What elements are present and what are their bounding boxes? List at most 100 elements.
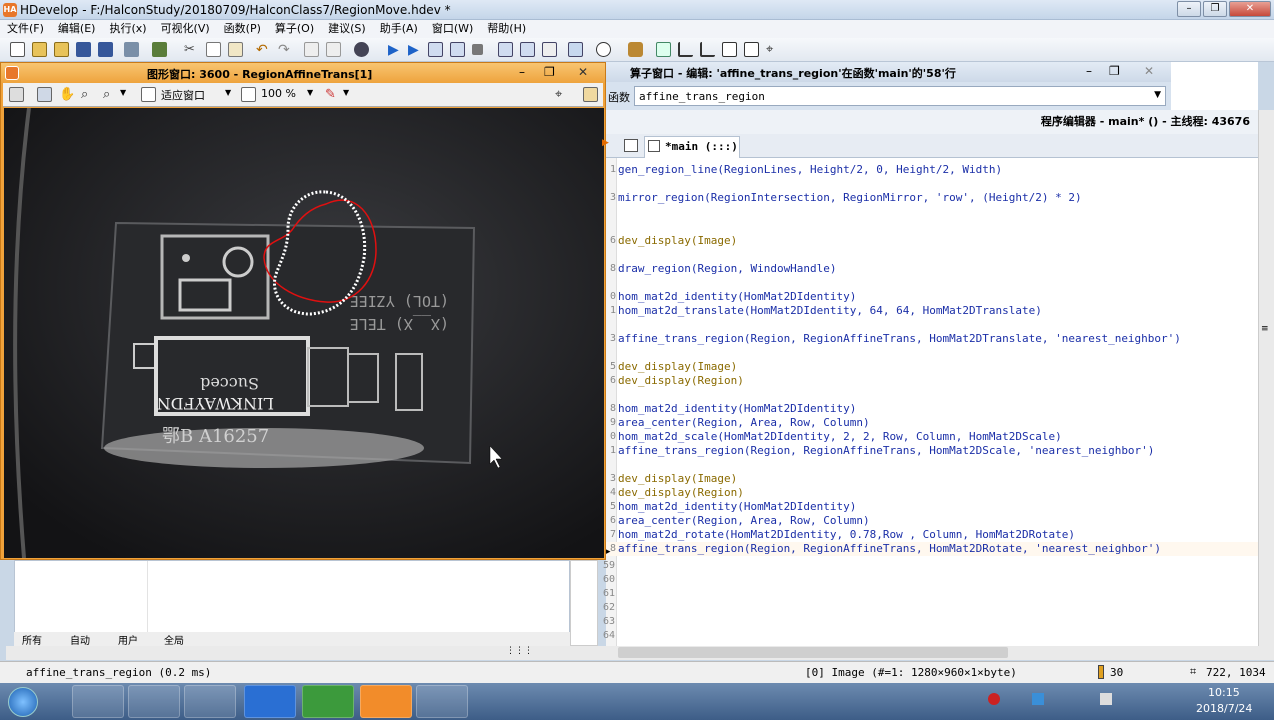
- step-into-icon[interactable]: [498, 42, 513, 57]
- code-line[interactable]: affine_trans_region(Region, RegionAffine…: [618, 332, 1181, 345]
- image-canvas[interactable]: (TOL) YZIEE (X__X) TELE Succed LINKWAYFD…: [4, 108, 604, 558]
- zoom-level-icon[interactable]: [241, 87, 256, 102]
- menu-help[interactable]: 帮助(H): [480, 20, 533, 38]
- fit-window-label[interactable]: 适应窗口: [161, 87, 205, 103]
- pixel-info-icon[interactable]: ⌖: [555, 87, 570, 102]
- menu-window[interactable]: 窗口(W): [425, 20, 480, 38]
- code-line[interactable]: affine_trans_region(Region, RegionAffine…: [618, 444, 1154, 457]
- reset-program-icon[interactable]: [542, 42, 557, 57]
- code-line[interactable]: hom_mat2d_identity(HomMat2DIdentity): [618, 290, 856, 303]
- chevron-down-icon[interactable]: ▼: [225, 88, 231, 97]
- code-line[interactable]: dev_display(Region): [618, 486, 744, 499]
- chevron-down-icon[interactable]: ▼: [120, 88, 126, 97]
- taskbar-word-icon[interactable]: [244, 685, 296, 718]
- feature-inspection-icon[interactable]: [722, 42, 737, 57]
- pan-hand-icon[interactable]: ✋: [59, 87, 75, 102]
- search-replace-icon[interactable]: [354, 42, 369, 57]
- image-acquisition-icon[interactable]: [656, 42, 671, 57]
- scroll-grip-icon[interactable]: ⋮⋮⋮: [506, 646, 533, 656]
- zoom-icon[interactable]: ⌕: [81, 87, 96, 102]
- comment-icon[interactable]: [304, 42, 319, 57]
- uncomment-icon[interactable]: [326, 42, 341, 57]
- debug-icon[interactable]: [628, 42, 643, 57]
- horizontal-scrollbar[interactable]: ⋮⋮⋮: [6, 646, 1274, 660]
- clock-date[interactable]: 2018/7/24: [1196, 702, 1252, 715]
- taskbar-explorer-icon[interactable]: [184, 685, 236, 718]
- code-line[interactable]: hom_mat2d_identity(HomMat2DIdentity): [618, 500, 856, 513]
- line-profile-icon[interactable]: [678, 42, 693, 57]
- graphics-settings-icon[interactable]: [583, 87, 598, 102]
- editor-vertical-scrollbar[interactable]: ≡: [1258, 110, 1274, 646]
- tab-all[interactable]: 所有: [22, 632, 42, 647]
- clock-time[interactable]: 10:15: [1208, 686, 1240, 699]
- step-back-icon[interactable]: [450, 42, 465, 57]
- code-line[interactable]: hom_mat2d_rotate(HomMat2DIdentity, 0.78,…: [618, 528, 1075, 541]
- code-line[interactable]: area_center(Region, Area, Row, Column): [618, 514, 870, 527]
- cut-icon[interactable]: ✂: [184, 42, 199, 57]
- print-icon[interactable]: [152, 42, 167, 57]
- code-line[interactable]: draw_region(Region, WindowHandle): [618, 262, 837, 275]
- code-line[interactable]: gen_region_line(RegionLines, Height/2, 0…: [618, 163, 1002, 176]
- tab-global[interactable]: 全局: [164, 632, 184, 647]
- tray-network-icon[interactable]: [1032, 693, 1044, 705]
- stop-icon[interactable]: [472, 44, 483, 55]
- menu-operators[interactable]: 算子(O): [268, 20, 321, 38]
- taskbar-app-icon[interactable]: [302, 685, 354, 718]
- restore-button[interactable]: ❐: [1203, 1, 1227, 17]
- copy-icon[interactable]: [206, 42, 221, 57]
- step-out-icon[interactable]: [520, 42, 535, 57]
- editor-scroll-thumb[interactable]: [618, 647, 1008, 658]
- variable-scrollbar[interactable]: [570, 560, 598, 646]
- step-over-icon[interactable]: [428, 42, 443, 57]
- taskbar-halcon-icon[interactable]: [360, 685, 412, 718]
- undo-icon[interactable]: ↶: [256, 42, 271, 58]
- menu-suggestions[interactable]: 建议(S): [321, 20, 373, 38]
- op-close-button[interactable]: ✕: [1144, 64, 1154, 78]
- menu-file[interactable]: 文件(F): [0, 20, 51, 38]
- menu-visualize[interactable]: 可视化(V): [154, 20, 217, 38]
- code-line[interactable]: dev_display(Image): [618, 360, 737, 373]
- properties-icon[interactable]: [124, 42, 139, 57]
- new-file-icon[interactable]: [10, 42, 25, 57]
- code-line[interactable]: mirror_region(RegionIntersection, Region…: [618, 191, 1082, 204]
- paste-icon[interactable]: [228, 42, 243, 57]
- tray-security-icon[interactable]: [988, 693, 1000, 705]
- start-button[interactable]: [8, 687, 38, 717]
- op-minimize-button[interactable]: –: [1086, 64, 1092, 78]
- close-button[interactable]: ✕: [1229, 1, 1271, 17]
- fit-window-icon[interactable]: [141, 87, 156, 102]
- taskbar-paint-icon[interactable]: [416, 685, 468, 718]
- code-line[interactable]: dev_display(Image): [618, 234, 737, 247]
- scroll-grip-icon[interactable]: ≡: [1261, 324, 1269, 334]
- edit-icon[interactable]: [9, 87, 24, 102]
- open-file-icon[interactable]: [32, 42, 47, 57]
- taskbar-360-icon[interactable]: [72, 685, 124, 718]
- tab-main[interactable]: *main (:::): [644, 136, 740, 158]
- op-maximize-button[interactable]: ❐: [1109, 64, 1120, 78]
- run-to-insert-icon[interactable]: ▶: [408, 42, 423, 58]
- gw-close-button[interactable]: ✕: [578, 65, 588, 79]
- code-line[interactable]: dev_display(Region): [618, 374, 744, 387]
- function-select[interactable]: affine_trans_region ▼: [634, 86, 1166, 106]
- variable-pane-divider[interactable]: [147, 561, 148, 633]
- gw-minimize-button[interactable]: –: [519, 65, 525, 79]
- tray-volume-icon[interactable]: [1100, 693, 1112, 705]
- tab-user[interactable]: 用户: [118, 632, 138, 647]
- code-line[interactable]: hom_mat2d_identity(HomMat2DIdentity): [618, 402, 856, 415]
- pointer-icon[interactable]: [37, 87, 52, 102]
- redo-icon[interactable]: ↷: [278, 42, 293, 58]
- save-as-icon[interactable]: [98, 42, 113, 57]
- menu-assistants[interactable]: 助手(A): [373, 20, 425, 38]
- run-icon[interactable]: ▶: [388, 42, 403, 58]
- zoom-window-icon[interactable]: ⌖: [766, 42, 781, 57]
- menu-edit[interactable]: 编辑(E): [51, 20, 103, 38]
- zoom-mode-icon[interactable]: ⌕: [103, 87, 118, 102]
- menu-execute[interactable]: 执行(x): [102, 20, 153, 38]
- code-line[interactable]: hom_mat2d_translate(HomMat2DIdentity, 64…: [618, 304, 1042, 317]
- tab-auto[interactable]: 自动: [70, 632, 90, 647]
- code-line[interactable]: hom_mat2d_scale(HomMat2DIdentity, 2, 2, …: [618, 430, 1062, 443]
- variable-inspect-icon[interactable]: [744, 42, 759, 57]
- chevron-down-icon[interactable]: ▼: [343, 88, 349, 97]
- draw-tool-icon[interactable]: ✎: [325, 87, 340, 102]
- taskbar-camera-icon[interactable]: [128, 685, 180, 718]
